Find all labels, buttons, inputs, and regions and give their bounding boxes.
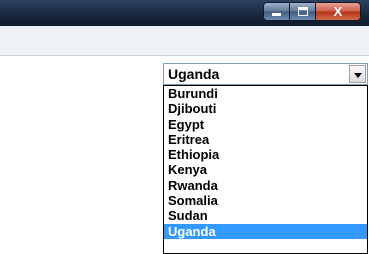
option-kenya[interactable]: Kenya [164, 162, 367, 177]
option-sudan[interactable]: Sudan [164, 208, 367, 223]
close-icon: X [333, 4, 343, 19]
option-burundi[interactable]: Burundi [164, 86, 367, 101]
option-djibouti[interactable]: Djibouti [164, 101, 367, 116]
option-eritrea[interactable]: Eritrea [164, 132, 367, 147]
option-rwanda[interactable]: Rwanda [164, 178, 367, 193]
option-egypt[interactable]: Egypt [164, 117, 367, 132]
close-button[interactable]: X [316, 2, 361, 21]
option-ethiopia[interactable]: Ethiopia [164, 147, 367, 162]
chevron-down-icon [354, 73, 362, 78]
window-titlebar[interactable]: X [0, 0, 369, 26]
minimize-icon [272, 13, 281, 16]
option-uganda[interactable]: Uganda [164, 223, 367, 239]
country-options-list: Burundi Djibouti Egypt Eritrea Ethiopia … [163, 85, 368, 254]
maximize-button[interactable] [290, 2, 316, 21]
window-controls: X [263, 2, 361, 21]
dropdown-button[interactable] [349, 65, 366, 83]
country-select-value: Uganda [168, 66, 220, 82]
option-somalia[interactable]: Somalia [164, 193, 367, 208]
maximize-icon [297, 7, 308, 16]
country-select[interactable]: Uganda [163, 63, 368, 85]
toolbar-band [0, 26, 369, 56]
minimize-button[interactable] [263, 2, 290, 21]
